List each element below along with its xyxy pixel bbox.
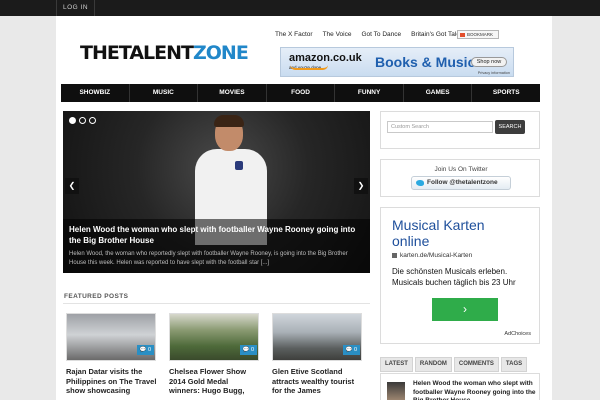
banner-headline: Books & Music — [375, 54, 476, 70]
ad-url[interactable]: karten.de/Musical-Karten — [392, 252, 472, 259]
featured-post-card[interactable]: 💬 0 Glen Etive Scotland attracts wealthy… — [269, 312, 365, 400]
latest-title[interactable]: Helen Wood the woman who slept with foot… — [413, 380, 537, 400]
twitter-bird-icon — [416, 180, 424, 186]
comment-count-badge: 💬 0 — [342, 345, 360, 355]
header-link-the-voice[interactable]: The Voice — [323, 31, 352, 38]
nav-item-funny[interactable]: FUNNY — [335, 84, 404, 102]
adchoices-link[interactable]: AdChoices — [504, 331, 531, 337]
featured-slider[interactable]: ❮ ❯ Helen Wood the woman who slept with … — [63, 111, 370, 273]
slider-dot-2[interactable] — [79, 117, 86, 124]
ad-headline[interactable]: Musical Karten online — [392, 217, 512, 249]
tab-latest[interactable]: LATEST — [380, 357, 413, 372]
nav-item-music[interactable]: MUSIC — [130, 84, 199, 102]
header-link-x-factor[interactable]: The X Factor — [275, 31, 313, 38]
slider-prev-icon[interactable]: ❮ — [65, 178, 79, 194]
amazon-ad-banner[interactable]: amazon.co.uk and you're done. Books & Mus… — [280, 47, 514, 77]
header-link-got-to-dance[interactable]: Got To Dance — [362, 31, 402, 38]
search-widget: Custom Search SEARCH — [380, 111, 540, 149]
nav-item-games[interactable]: GAMES — [404, 84, 473, 102]
comment-count-badge: 💬 0 — [239, 345, 257, 355]
nav-item-food[interactable]: FOOD — [267, 84, 336, 102]
nav-item-movies[interactable]: MOVIES — [198, 84, 267, 102]
featured-post-card[interactable]: 💬 0 Rajan Datar visits the Philippines o… — [63, 312, 159, 400]
tab-tags[interactable]: TAGS — [500, 357, 528, 372]
twitter-follow-button[interactable]: Follow @thetalentzone — [411, 176, 511, 190]
privacy-info-link[interactable]: Privacy information — [478, 71, 510, 75]
page-container: THETALENTZONE The X Factor The Voice Got… — [56, 16, 552, 400]
sidebar-tabs: LATEST RANDOM COMMENTS TAGS — [380, 357, 540, 372]
nav-item-sports[interactable]: SPORTS — [472, 84, 540, 102]
amazon-smile-icon — [290, 65, 328, 70]
logo-text-part2: ZONE — [192, 42, 249, 64]
latest-thumbnail[interactable] — [387, 382, 405, 400]
list-item[interactable]: Helen Wood the woman who slept with foot… — [380, 373, 540, 400]
musical-ad[interactable]: Musical Karten online karten.de/Musical-… — [380, 207, 540, 344]
ad-go-button[interactable]: › — [432, 298, 498, 321]
top-bar: LOG IN — [0, 0, 600, 16]
slider-excerpt: Helen Wood, the woman who reportedly sle… — [69, 251, 348, 266]
slider-dot-3[interactable] — [89, 117, 96, 124]
twitter-widget-title: Join Us On Twitter — [434, 166, 488, 173]
featured-post-title[interactable]: Chelsea Flower Show 2014 Gold Medal winn… — [169, 367, 261, 396]
nav-item-showbiz[interactable]: SHOWBIZ — [61, 84, 130, 102]
ad-body: Die schönsten Musicals erleben. Musicals… — [392, 267, 516, 287]
slider-next-icon[interactable]: ❯ — [354, 178, 368, 194]
featured-post-card[interactable]: 💬 0 Chelsea Flower Show 2014 Gold Medal … — [166, 312, 262, 400]
twitter-widget: Join Us On Twitter Follow @thetalentzone — [380, 159, 540, 197]
login-link[interactable]: LOG IN — [56, 0, 96, 16]
featured-post-title[interactable]: Glen Etive Scotland attracts wealthy tou… — [272, 367, 364, 396]
bookmark-button[interactable]: BOOKMARK — [457, 30, 499, 39]
featured-posts-heading: FEATURED POSTS — [64, 293, 129, 300]
main-nav: SHOWBIZ MUSIC MOVIES FOOD FUNNY GAMES SP… — [61, 84, 540, 102]
twitter-follow-label: Follow @thetalentzone — [427, 179, 498, 186]
slider-title[interactable]: Helen Wood the woman who slept with foot… — [69, 224, 364, 246]
tab-random[interactable]: RANDOM — [414, 357, 452, 372]
slider-pagination — [69, 117, 96, 124]
tab-comments[interactable]: COMMENTS — [453, 357, 499, 372]
header-links: The X Factor The Voice Got To Dance Brit… — [275, 31, 465, 38]
logo-text-part1: THETALENT — [80, 42, 194, 64]
featured-post-title[interactable]: Rajan Datar visits the Philippines on Th… — [66, 367, 158, 396]
search-button[interactable]: SEARCH — [495, 120, 525, 134]
comment-count-badge: 💬 0 — [136, 345, 154, 355]
slider-caption: Helen Wood the woman who slept with foot… — [63, 219, 370, 273]
site-logo[interactable]: THETALENTZONE — [80, 42, 249, 64]
search-input[interactable]: Custom Search — [387, 121, 493, 133]
shop-now-button[interactable]: Shop now — [471, 57, 507, 67]
slider-dot-1[interactable] — [69, 117, 76, 124]
featured-divider — [63, 303, 370, 304]
